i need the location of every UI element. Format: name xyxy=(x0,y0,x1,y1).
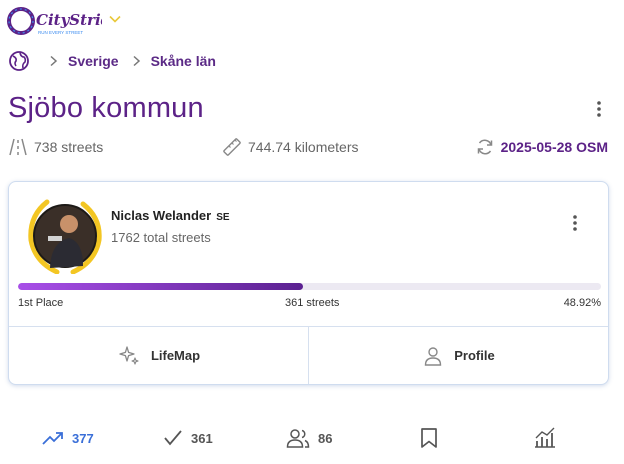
city-stats: 738 streets 744.74 kilometers 2025-05-28… xyxy=(8,136,612,158)
country-flag: SE xyxy=(216,212,230,223)
trending-up-icon xyxy=(42,432,63,445)
people-tab[interactable]: 86 xyxy=(286,418,332,458)
road-icon xyxy=(9,138,27,156)
top-bar: CityStrides RUN EVERY STREET xyxy=(0,0,624,40)
completed-count: 361 xyxy=(191,430,213,446)
leader-card: Niclas Welander SE 1762 total streets 1s… xyxy=(8,181,609,385)
bookmark-tab[interactable] xyxy=(419,418,447,458)
bottom-bar: 377 361 86 xyxy=(0,418,624,458)
lifemap-button[interactable]: LifeMap xyxy=(9,327,308,384)
leader-name[interactable]: Niclas Welander xyxy=(111,208,211,223)
trending-count: 377 xyxy=(72,430,94,446)
breadcrumb-country[interactable]: Sverige xyxy=(68,53,119,69)
distance-stat: 744.74 kilometers xyxy=(222,136,359,158)
globe-icon[interactable] xyxy=(8,50,30,72)
leader-name-row: Niclas Welander SE xyxy=(111,208,230,223)
trending-tab[interactable]: 377 xyxy=(42,418,94,458)
more-vertical-icon[interactable] xyxy=(589,99,609,119)
leader-percent: 48.92% xyxy=(563,297,601,309)
profile-button[interactable]: Profile xyxy=(308,327,608,384)
avatar[interactable] xyxy=(25,196,105,274)
osm-date: 2025-05-28 OSM xyxy=(500,139,608,155)
chevron-right-icon xyxy=(133,55,140,67)
leader-place: 1st Place xyxy=(18,297,64,309)
page-title: Sjöbo kommun xyxy=(8,92,204,124)
more-vertical-icon[interactable] xyxy=(565,213,585,233)
logo-wordmark: CityStrides xyxy=(36,11,102,29)
chevron-down-icon[interactable] xyxy=(108,12,122,26)
sparkles-icon xyxy=(119,345,139,365)
streets-stat: 738 streets xyxy=(8,136,103,158)
leader-total-streets: 1762 total streets xyxy=(111,230,211,245)
breadcrumb-region[interactable]: Skåne län xyxy=(151,53,216,69)
completed-tab[interactable]: 361 xyxy=(163,418,213,458)
lifemap-label: LifeMap xyxy=(150,348,201,363)
profile-label: Profile xyxy=(454,348,495,363)
leader-streets-completed: 361 streets xyxy=(285,297,340,309)
osm-update-stat[interactable]: 2025-05-28 OSM xyxy=(475,136,608,158)
chevron-right-icon xyxy=(50,55,58,67)
user-icon xyxy=(425,346,442,366)
users-icon xyxy=(286,429,310,448)
breadcrumb: Sverige Skåne län xyxy=(8,48,222,74)
streets-count: 738 streets xyxy=(34,139,104,155)
bookmark-icon xyxy=(421,428,437,448)
completion-progress-fill xyxy=(18,283,304,290)
logo-tagline: RUN EVERY STREET xyxy=(38,30,83,35)
ruler-icon xyxy=(223,138,241,156)
completion-progress-bar xyxy=(18,283,601,290)
stats-tab[interactable] xyxy=(533,418,565,458)
refresh-icon xyxy=(477,139,492,155)
distance-value: 744.74 kilometers xyxy=(248,139,359,155)
citystrides-logo[interactable]: CityStrides RUN EVERY STREET xyxy=(6,4,102,38)
chart-icon xyxy=(535,427,555,448)
card-actions: LifeMap Profile xyxy=(9,326,608,384)
people-count: 86 xyxy=(318,430,333,446)
check-icon xyxy=(164,430,182,446)
